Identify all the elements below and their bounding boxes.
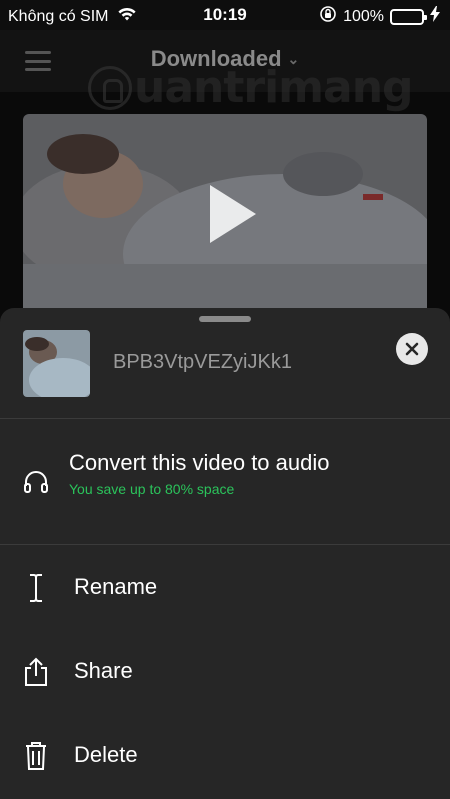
sheet-drag-handle[interactable] <box>199 316 251 322</box>
battery-icon <box>390 8 427 25</box>
share-label: Share <box>74 658 133 683</box>
sheet-header: BPB3VtpVEZyiJKk1 <box>0 326 450 418</box>
rename-label: Rename <box>74 574 158 599</box>
headphones-icon <box>22 468 50 496</box>
convert-sublabel: You save up to 80% space <box>69 481 235 497</box>
video-list <box>0 92 450 322</box>
convert-label: Convert this video to audio <box>69 450 330 475</box>
divider <box>0 544 450 545</box>
video-filename: BPB3VtpVEZyiJKk1 <box>113 351 292 373</box>
divider <box>0 418 450 419</box>
text-cursor-icon <box>22 574 50 602</box>
charging-icon <box>430 6 440 27</box>
status-right: 100% <box>319 5 440 28</box>
close-button[interactable] <box>396 333 428 365</box>
convert-to-audio-option[interactable]: Convert this video to audio You save up … <box>0 436 450 528</box>
action-sheet: BPB3VtpVEZyiJKk1 Convert this video to a… <box>0 308 450 799</box>
delete-option[interactable]: Delete <box>0 728 450 784</box>
lightbulb-icon <box>88 65 132 110</box>
status-bar: Không có SIM 10:19 100% <box>0 0 450 30</box>
sheet-video-thumbnail <box>23 330 90 397</box>
video-thumbnail[interactable] <box>23 114 427 314</box>
watermark-logo: uantrimang <box>88 62 414 113</box>
rename-option[interactable]: Rename <box>0 560 450 616</box>
battery-percent: 100% <box>343 7 384 25</box>
share-option[interactable]: Share <box>0 644 450 700</box>
delete-label: Delete <box>74 742 138 767</box>
watermark-text: uantrimang <box>134 62 414 113</box>
play-icon[interactable] <box>210 185 256 243</box>
share-icon <box>22 657 50 686</box>
orientation-lock-icon <box>319 5 337 28</box>
close-icon <box>405 342 419 356</box>
trash-icon <box>22 742 50 770</box>
